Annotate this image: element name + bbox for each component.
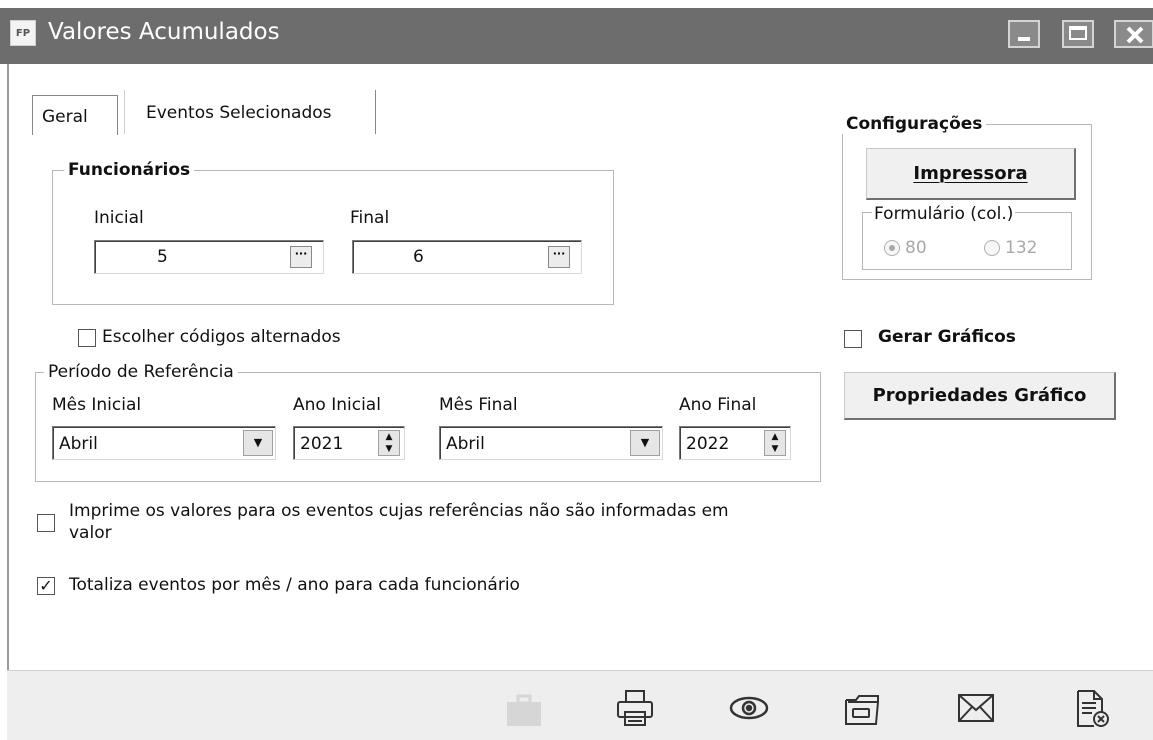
- ano-inicial-stepper[interactable]: 2021 ▲ ▼: [293, 426, 405, 460]
- formulario-80-radio[interactable]: [884, 240, 900, 256]
- close-document-icon[interactable]: [1070, 688, 1114, 728]
- funcionarios-legend: Funcionários: [64, 160, 195, 180]
- inicial-label: Inicial: [94, 208, 144, 228]
- ano-inicial-spin-buttons[interactable]: ▲ ▼: [378, 430, 400, 456]
- maximize-button[interactable]: [1062, 20, 1094, 48]
- escolher-codigos-checkbox[interactable]: [78, 329, 96, 347]
- imprime-valores-label-line2: valor: [69, 523, 112, 543]
- app-icon: FP: [10, 20, 36, 46]
- final-label: Final: [350, 208, 390, 228]
- funcionario-final-value: 6: [413, 247, 424, 267]
- minimize-button[interactable]: [1008, 20, 1040, 48]
- ano-final-spin-buttons[interactable]: ▲ ▼: [764, 430, 786, 456]
- imprime-valores-checkbox[interactable]: [37, 514, 55, 532]
- mes-final-select[interactable]: Abril ▼: [439, 426, 663, 460]
- mes-inicial-value: Abril: [59, 434, 98, 454]
- escolher-codigos-label: Escolher códigos alternados: [102, 327, 341, 347]
- ano-final-label: Ano Final: [679, 395, 757, 415]
- gerar-graficos-label: Gerar Gráficos: [878, 327, 1016, 347]
- tab-geral[interactable]: Geral: [32, 95, 118, 135]
- imprime-valores-label-line1: Imprime os valores para os eventos cujas…: [69, 501, 729, 521]
- propriedades-grafico-label: Propriedades Gráfico: [872, 385, 1087, 406]
- funcionarios-group: [52, 170, 614, 305]
- maximize-icon: [1069, 26, 1087, 40]
- funcionario-final-field[interactable]: 6 ···: [352, 240, 582, 274]
- tab-eventos-selecionados-label: Eventos Selecionados: [146, 103, 332, 123]
- eye-icon[interactable]: [727, 688, 771, 728]
- briefcase-icon: [502, 688, 546, 728]
- formulario-132-radio[interactable]: [984, 240, 1000, 256]
- mes-inicial-select[interactable]: Abril ▼: [52, 426, 276, 460]
- formulario-legend: Formulário (col.): [872, 204, 1016, 224]
- window-title: Valores Acumulados: [48, 19, 280, 45]
- mes-final-dropdown-button[interactable]: ▼: [630, 430, 660, 456]
- funcionario-inicial-value: 5: [157, 247, 168, 267]
- periodo-legend: Período de Referência: [44, 362, 238, 382]
- printer-icon[interactable]: [614, 688, 658, 728]
- tab-eventos-selecionados[interactable]: Eventos Selecionados: [124, 90, 376, 134]
- formulario-80-label: 80: [905, 238, 927, 258]
- configuracoes-legend: Configurações: [842, 114, 987, 134]
- totaliza-eventos-label: Totaliza eventos por mês / ano para cada…: [69, 575, 520, 595]
- folder-icon[interactable]: [840, 688, 884, 728]
- mes-final-value: Abril: [446, 434, 485, 454]
- mes-final-label: Mês Final: [439, 395, 518, 415]
- mes-inicial-label: Mês Inicial: [52, 395, 142, 415]
- gerar-graficos-checkbox[interactable]: [844, 330, 862, 348]
- close-button[interactable]: [1114, 20, 1153, 48]
- funcionario-inicial-field[interactable]: 5 ···: [94, 240, 324, 274]
- close-icon: [1126, 26, 1144, 44]
- impressora-button[interactable]: Impressora: [866, 148, 1076, 200]
- formulario-132-label: 132: [1005, 238, 1038, 258]
- envelope-icon[interactable]: [955, 688, 999, 728]
- totaliza-eventos-checkbox[interactable]: ✓: [37, 577, 55, 595]
- ano-inicial-label: Ano Inicial: [293, 395, 381, 415]
- tab-geral-label: Geral: [42, 107, 88, 127]
- ano-inicial-value: 2021: [300, 434, 344, 454]
- impressora-button-label: Impressora: [913, 163, 1028, 184]
- minimize-icon: [1018, 37, 1030, 41]
- ano-final-value: 2022: [686, 434, 730, 454]
- funcionario-final-lookup-button[interactable]: ···: [548, 246, 570, 268]
- propriedades-grafico-button[interactable]: Propriedades Gráfico: [844, 372, 1116, 420]
- ano-final-stepper[interactable]: 2022 ▲ ▼: [679, 426, 791, 460]
- funcionario-inicial-lookup-button[interactable]: ···: [290, 246, 312, 268]
- mes-inicial-dropdown-button[interactable]: ▼: [243, 430, 273, 456]
